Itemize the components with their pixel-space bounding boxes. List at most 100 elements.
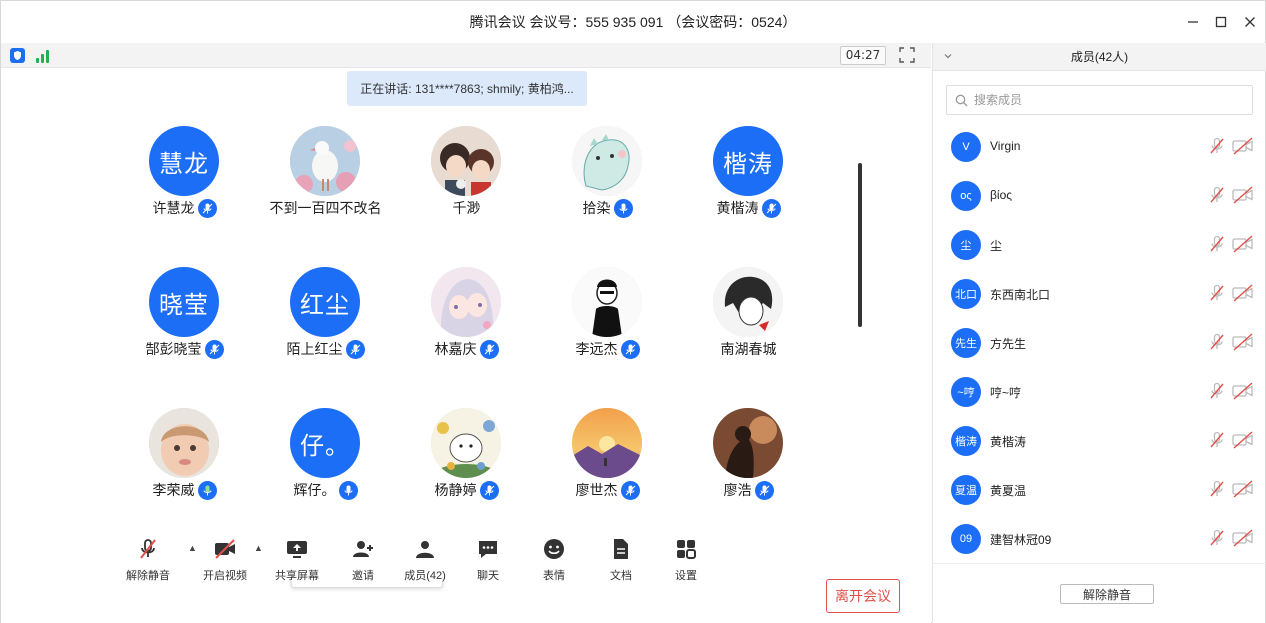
security-shield-icon[interactable]	[10, 48, 25, 63]
participant-tile[interactable]: 林嘉庆	[396, 262, 537, 372]
participant-tile[interactable]: 南湖春城	[678, 262, 819, 372]
mic-muted-icon[interactable]	[1208, 333, 1226, 351]
participant-tile[interactable]: 李远杰	[537, 262, 678, 372]
members-button[interactable]: 成员(42)	[395, 537, 455, 582]
avatar-photo	[431, 267, 501, 337]
member-avatar: ος	[951, 181, 981, 211]
member-row[interactable]: 北口 东西南北口	[933, 270, 1266, 319]
minimize-icon[interactable]	[1181, 11, 1205, 33]
avatar-photo	[572, 267, 642, 337]
participant-name: 南湖春城	[720, 341, 777, 357]
mic-muted-icon[interactable]	[1208, 431, 1226, 449]
mic-on-icon	[479, 339, 499, 359]
participant-tile[interactable]: 杨静婷	[396, 403, 537, 513]
participant-tile[interactable]: 廖浩	[678, 403, 819, 513]
video-options-caret-icon[interactable]: ▲	[254, 543, 264, 553]
avatar-photo	[713, 267, 783, 337]
leave-meeting-button[interactable]: 离开会议	[826, 579, 900, 613]
mic-on-icon	[761, 198, 781, 218]
camera-off-icon[interactable]	[1232, 137, 1254, 155]
member-avatar: V	[951, 132, 981, 162]
mic-on-icon	[620, 480, 640, 500]
participant-tile[interactable]: 红尘 陌上红尘	[255, 262, 396, 372]
participant-tile[interactable]: 李荣威	[114, 403, 255, 513]
member-name: 尘	[990, 239, 1003, 253]
title-bar: 腾讯会议 会议号：555 935 091 （会议密码：0524）	[1, 1, 1265, 43]
mic-muted-icon[interactable]	[1208, 382, 1226, 400]
member-row[interactable]: 楷涛 黄楷涛	[933, 417, 1266, 466]
participant-tile[interactable]: 廖世杰	[537, 403, 678, 513]
member-row[interactable]: ος βίος	[933, 172, 1266, 221]
members-icon	[416, 541, 434, 558]
grid-scrollbar[interactable]	[858, 163, 862, 327]
mic-muted-icon[interactable]	[1208, 480, 1226, 498]
documents-button[interactable]: 文档	[591, 537, 651, 582]
participant-name: 杨静婷	[434, 482, 477, 498]
participant-tile[interactable]: 晓莹 郜彭晓莹	[114, 262, 255, 372]
participant-name: 辉仔。	[293, 482, 336, 498]
chat-button[interactable]: 聊天	[458, 537, 518, 582]
member-avatar: 先生	[951, 328, 981, 358]
member-name: 哼~哼	[990, 386, 1022, 400]
member-row[interactable]: V Virgin	[933, 123, 1266, 172]
member-avatar: 尘	[951, 230, 981, 260]
mic-muted-icon[interactable]	[1208, 186, 1226, 204]
unmute-all-button[interactable]: 解除静音	[1060, 584, 1154, 604]
camera-off-icon[interactable]	[1232, 186, 1254, 204]
search-input[interactable]	[974, 93, 1234, 107]
mic-muted-icon[interactable]	[1208, 284, 1226, 302]
member-search[interactable]	[946, 85, 1253, 115]
participant-name: 郜彭晓莹	[145, 341, 202, 357]
participant-tile[interactable]: 不到一百四不改名	[255, 121, 396, 231]
camera-off-icon	[215, 539, 235, 559]
avatar-photo	[431, 126, 501, 196]
member-row[interactable]: 尘 尘	[933, 221, 1266, 270]
participant-tile[interactable]: 楷涛 黄楷涛	[678, 121, 819, 231]
mic-on-icon	[479, 480, 499, 500]
document-icon	[614, 539, 628, 559]
emoji-icon	[544, 539, 564, 559]
camera-off-icon[interactable]	[1232, 431, 1254, 449]
member-row[interactable]: 先生 方先生	[933, 319, 1266, 368]
settings-button[interactable]: 设置	[656, 537, 716, 582]
member-row[interactable]: ~哼 哼~哼	[933, 368, 1266, 417]
camera-off-icon[interactable]	[1232, 284, 1254, 302]
camera-off-icon[interactable]	[1232, 235, 1254, 253]
participant-tile[interactable]: 拾染	[537, 121, 678, 231]
mic-muted-icon[interactable]	[1208, 529, 1226, 547]
member-avatar: 09	[951, 524, 981, 554]
fullscreen-icon[interactable]	[899, 47, 915, 63]
avatar-photo	[431, 408, 501, 478]
participant-name: 千渺	[452, 200, 481, 216]
start-video-button[interactable]: 开启视频	[195, 537, 255, 582]
avatar: 晓莹	[149, 267, 219, 337]
network-signal-icon[interactable]	[36, 48, 52, 63]
mic-muted-icon[interactable]	[1208, 235, 1226, 253]
window-title: 腾讯会议 会议号：555 935 091 （会议密码：0524）	[469, 14, 797, 30]
camera-off-icon[interactable]	[1232, 333, 1254, 351]
close-icon[interactable]	[1238, 11, 1262, 33]
emoji-button[interactable]: 表情	[524, 537, 584, 582]
maximize-icon[interactable]	[1209, 11, 1233, 33]
mic-muted-icon[interactable]	[1208, 137, 1226, 155]
mic-on-icon	[620, 339, 640, 359]
unmute-button[interactable]: 解除静音	[118, 537, 178, 582]
meeting-toolbar: 解除静音 ▲ 开启视频 ▲ 共享屏幕 邀请 成员(42) 聊天 表情 文档 设置	[1, 531, 931, 582]
camera-off-icon[interactable]	[1232, 382, 1254, 400]
member-row[interactable]: 夏温 黄夏温	[933, 466, 1266, 515]
mic-speaking-icon	[338, 480, 358, 500]
participant-grid: 慧龙 许慧龙 不到一百四不改名 千渺 拾染 楷涛 黄楷涛 晓莹 郜彭晓莹 红尘 …	[111, 121, 851, 553]
member-name: 黄楷涛	[990, 435, 1027, 449]
participant-name: 陌上红尘	[286, 341, 343, 357]
camera-off-icon[interactable]	[1232, 480, 1254, 498]
participant-tile[interactable]: 慧龙 许慧龙	[114, 121, 255, 231]
invite-button[interactable]: 邀请	[333, 537, 393, 582]
chevron-down-icon[interactable]	[943, 51, 953, 61]
add-user-icon	[353, 541, 373, 557]
camera-off-icon[interactable]	[1232, 529, 1254, 547]
participant-name: 廖浩	[723, 482, 752, 498]
share-screen-button[interactable]: 共享屏幕	[267, 537, 327, 582]
member-row[interactable]: 09 建智林冠09	[933, 515, 1266, 563]
participant-tile[interactable]: 千渺	[396, 121, 537, 231]
participant-tile[interactable]: 仔。 辉仔。	[255, 403, 396, 513]
